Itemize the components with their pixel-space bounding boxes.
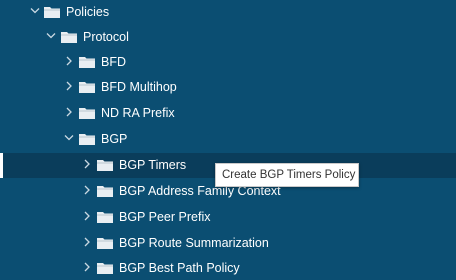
folder-icon xyxy=(96,236,114,250)
tree-node-label: BGP Peer Prefix xyxy=(119,210,211,224)
tree-node-label: ND RA Prefix xyxy=(101,106,175,120)
tree-node-label: BGP Best Path Policy xyxy=(119,261,240,275)
tree-node-label: Policies xyxy=(66,5,110,19)
tree-node-nd-ra-prefix[interactable]: ND RA Prefix xyxy=(0,101,456,126)
folder-icon xyxy=(78,55,96,69)
chevron-right-icon[interactable] xyxy=(63,105,75,119)
folder-icon xyxy=(78,132,96,146)
tree-node-label: BGP Route Summarization xyxy=(119,236,269,250)
chevron-down-icon[interactable] xyxy=(45,29,57,43)
folder-icon xyxy=(43,5,61,19)
tree-node-label: BFD Multihop xyxy=(101,80,177,94)
tree-node-bfd-multihop[interactable]: BFD Multihop xyxy=(0,75,456,100)
tree-node-label: Protocol xyxy=(83,30,129,44)
chevron-right-icon[interactable] xyxy=(81,183,93,197)
chevron-right-icon[interactable] xyxy=(81,209,93,223)
tree-node-label: BFD xyxy=(101,55,126,69)
folder-icon xyxy=(96,261,114,275)
folder-icon xyxy=(60,30,78,44)
chevron-down-icon[interactable] xyxy=(29,4,41,18)
folder-icon xyxy=(96,158,114,172)
tree-node-label: BGP xyxy=(101,132,128,146)
tree-node-bgp[interactable]: BGP xyxy=(0,127,456,152)
folder-icon xyxy=(78,80,96,94)
navigation-tree: Policies Protocol BFD BFD Multihop ND RA… xyxy=(0,0,456,280)
tree-node-bgp-best-path-policy[interactable]: BGP Best Path Policy xyxy=(0,256,456,280)
tree-node-protocol[interactable]: Protocol xyxy=(0,25,456,50)
tree-node-bfd[interactable]: BFD xyxy=(0,50,456,75)
folder-icon xyxy=(96,210,114,224)
tree-node-bgp-peer-prefix[interactable]: BGP Peer Prefix xyxy=(0,205,456,230)
chevron-right-icon[interactable] xyxy=(81,157,93,171)
chevron-right-icon[interactable] xyxy=(63,79,75,93)
folder-icon xyxy=(78,106,96,120)
tree-node-label: BGP Timers xyxy=(119,158,187,172)
tooltip: Create BGP Timers Policy xyxy=(215,163,359,187)
tree-node-policies[interactable]: Policies xyxy=(0,0,456,25)
folder-icon xyxy=(96,184,114,198)
chevron-right-icon[interactable] xyxy=(81,260,93,274)
chevron-right-icon[interactable] xyxy=(63,54,75,68)
tree-node-bgp-route-summarization[interactable]: BGP Route Summarization xyxy=(0,231,456,256)
chevron-down-icon[interactable] xyxy=(63,131,75,145)
chevron-right-icon[interactable] xyxy=(81,235,93,249)
